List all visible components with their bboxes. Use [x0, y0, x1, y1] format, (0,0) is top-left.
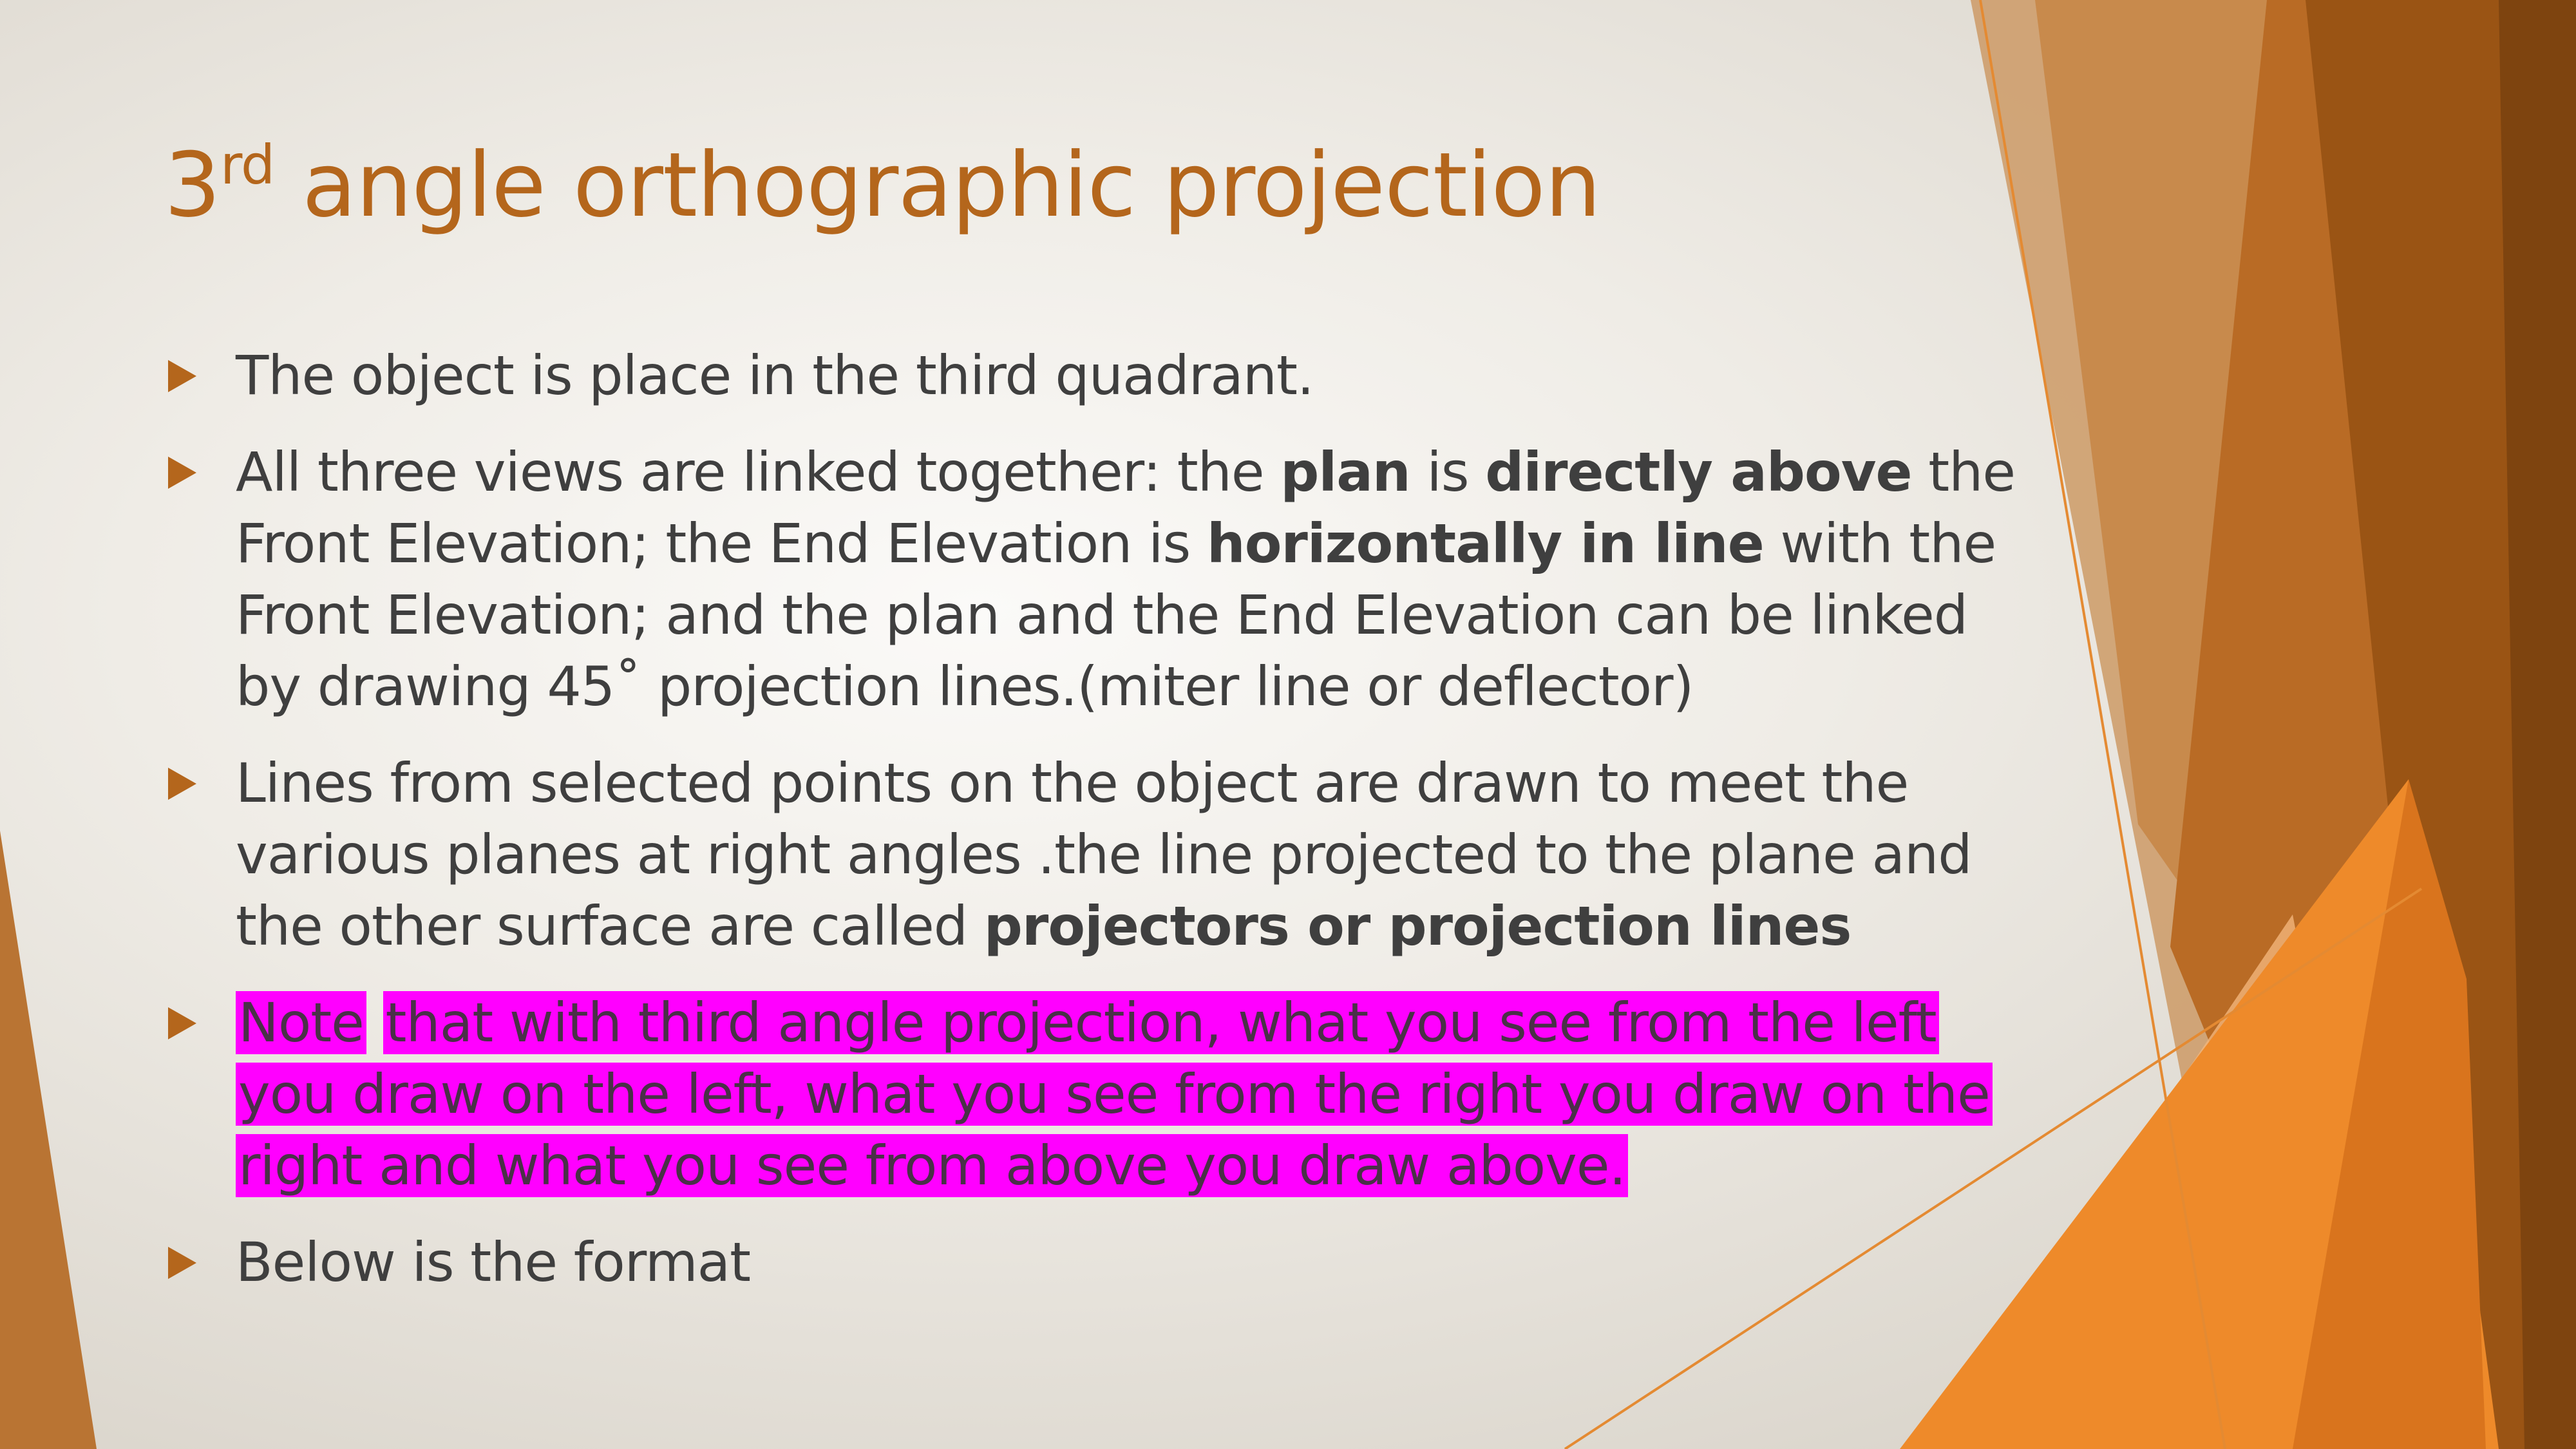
bullet-text: The object is place in the third quadran… — [236, 344, 1314, 407]
title-rest: angle orthographic projection — [274, 133, 1601, 237]
bullet-item-5: Below is the format — [164, 1227, 2032, 1298]
bold-projectors: projectors or projection lines — [983, 895, 1852, 958]
bullet-item-1: The object is place in the third quadran… — [164, 340, 2032, 412]
bullet-item-2: All three views are linked together: the… — [164, 437, 2032, 723]
bullet-text: is — [1410, 440, 1486, 504]
bold-horizontally-in-line: horizontally in line — [1206, 512, 1765, 575]
triangle-bullet-icon — [168, 360, 196, 392]
slide-title: 3rd angle orthographic projection — [164, 132, 1601, 239]
triangle-bullet-icon — [168, 768, 196, 800]
bullet-item-4: Note that with third angle projection, w… — [164, 987, 2032, 1202]
bold-plan: plan — [1280, 440, 1410, 504]
highlighted-note-label: Note — [236, 991, 366, 1054]
bullet-text: All three views are linked together: the — [236, 440, 1281, 504]
triangle-bullet-icon — [168, 1247, 196, 1279]
highlighted-note-text: that with third angle projection, what y… — [236, 991, 1993, 1197]
left-edge-wedge — [0, 831, 97, 1449]
triangle-bullet-icon — [168, 1007, 196, 1039]
bullet-item-3: Lines from selected points on the object… — [164, 748, 2032, 962]
bullet-text: Below is the format — [236, 1231, 751, 1294]
triangle-bullet-icon — [168, 457, 196, 489]
bullet-list: The object is place in the third quadran… — [164, 340, 2032, 1323]
bold-directly-above: directly above — [1485, 440, 1912, 504]
title-superscript: rd — [220, 133, 275, 196]
title-prefix: 3 — [164, 133, 221, 237]
